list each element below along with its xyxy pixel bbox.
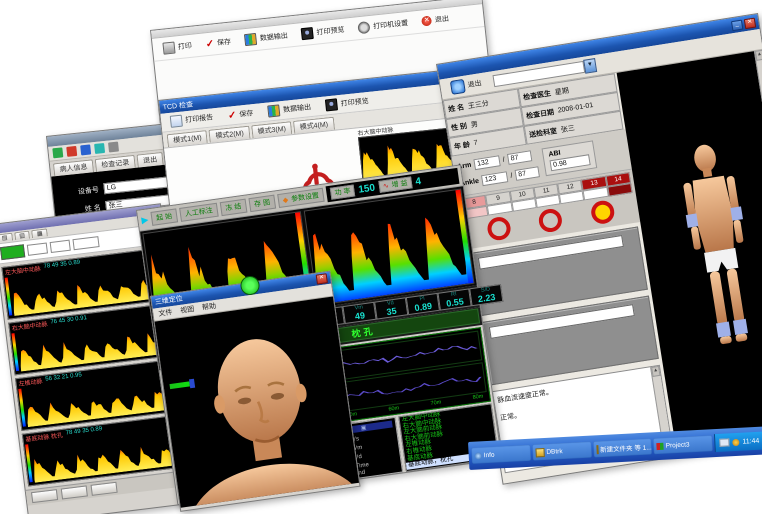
arm-sys-input[interactable]: 132 [473, 155, 500, 170]
doctor-value: 星期 [554, 85, 569, 97]
date-value: 2008-01-01 [557, 102, 593, 115]
system-tray: 11:44 [714, 432, 762, 453]
clock: 11:44 [742, 437, 759, 445]
probe-status-cell [0, 244, 25, 260]
close-button[interactable]: ✕ [316, 273, 328, 284]
power-value: 150 [358, 182, 376, 195]
exit-button[interactable]: ✕退出 [417, 12, 453, 28]
exit-button[interactable]: 退出 [446, 75, 487, 97]
head-model [170, 311, 354, 508]
axis-tick: 70m [430, 399, 441, 406]
save-image-button[interactable]: 存 图 [248, 195, 276, 212]
chart-icon [244, 33, 257, 46]
print-preview-button[interactable]: 打印预览 [321, 94, 373, 113]
save-button[interactable]: ✓保存 [223, 106, 258, 122]
exit-icon: ✕ [421, 16, 432, 27]
camera-icon [301, 27, 314, 40]
printer-icon [162, 42, 175, 55]
settings-button[interactable]: ◆参数设置 [277, 188, 325, 208]
taskbar-button[interactable]: Project3 [653, 435, 713, 454]
bottom-button[interactable] [91, 482, 118, 496]
axis-tick: 60m [388, 405, 399, 412]
power-button[interactable]: 功 率 [330, 184, 355, 199]
abi-input[interactable]: 0.98 [549, 154, 590, 171]
dept-value: 张三 [560, 123, 575, 135]
check-icon: ✓ [227, 109, 236, 121]
cuff-ring-active-icon [590, 199, 616, 225]
thumbs-tab[interactable]: ▤ [0, 233, 13, 243]
abi-label: ABI [548, 150, 561, 159]
taskbar-button[interactable]: 新建文件夹 等 1... [593, 438, 653, 457]
play-icon[interactable]: ▶ [141, 214, 149, 226]
minimize-button[interactable]: _ [731, 19, 743, 31]
cuff-ring-icon [486, 216, 512, 242]
folder-icon [535, 448, 544, 457]
menu-item[interactable]: 文件 [158, 307, 173, 319]
printer-setup-button[interactable]: 打印机设置 [354, 16, 413, 36]
refresh-icon[interactable] [94, 143, 105, 154]
data-export-button[interactable]: 数据输出 [263, 100, 315, 119]
app-icon [475, 452, 482, 459]
taskbar-button[interactable]: Info [471, 445, 531, 464]
control-input[interactable] [27, 242, 48, 255]
tab[interactable]: 退出 [136, 152, 163, 168]
data-export-button[interactable]: 数据输出 [240, 28, 292, 47]
arm-dia-input[interactable]: 87 [507, 150, 532, 165]
thumbs-tab[interactable]: ▥ [14, 230, 31, 240]
menu-item[interactable]: 视图 [180, 304, 195, 316]
head-viewport[interactable] [155, 297, 359, 508]
field-label: 设备号 [67, 184, 100, 197]
gain-button[interactable]: ∿增 益 [378, 176, 412, 192]
value-cell: Vd35 [374, 297, 408, 319]
gear-icon [358, 21, 371, 34]
value-cell: Vm49 [342, 302, 376, 324]
body-model[interactable] [649, 66, 762, 431]
gender-value: 男 [470, 119, 478, 130]
age-value: 7 [473, 139, 478, 147]
tools-icon[interactable] [108, 142, 119, 153]
chevron-down-icon: ▼ [583, 58, 597, 74]
check-icon: ✓ [205, 38, 214, 50]
chart-icon [268, 104, 281, 117]
scroll-up-icon[interactable]: ▲ [651, 366, 660, 377]
open-icon[interactable] [80, 144, 91, 155]
bp-rows: Arm 132/ 87 Ankle 123/ 87 [457, 149, 540, 189]
new-icon[interactable] [52, 147, 63, 158]
bottom-button[interactable] [61, 485, 88, 499]
annotate-button[interactable]: 人工标注 [179, 203, 219, 222]
value-cell: RI0.55 [437, 288, 471, 310]
window-head-model: 三维定位 ✕ 文件视图帮助 [150, 271, 361, 512]
print-button[interactable]: 打印 [158, 38, 196, 56]
gain-value: 4 [415, 176, 422, 188]
save-button[interactable]: ✓保存 [201, 35, 236, 51]
print-report-button[interactable]: 打印报告 [166, 110, 218, 129]
collage-stage: 打印 ✓保存 数据输出 打印预览 打印机设置 ✕退出 _ ✕ 病人信息检查记录退… [0, 0, 762, 514]
control-input[interactable] [50, 240, 71, 253]
value-cell: PI0.89 [406, 293, 440, 315]
abi-box: ABI 0.98 [542, 140, 598, 176]
report-icon [170, 115, 183, 128]
bottom-button[interactable] [31, 489, 58, 503]
ankle-dia-input[interactable]: 87 [515, 166, 540, 181]
thumbs-tab[interactable]: ▦ [31, 228, 48, 238]
ankle-sys-input[interactable]: 123 [481, 171, 508, 186]
camera-icon [325, 98, 338, 111]
start-button[interactable]: 起 始 [150, 208, 178, 225]
menu-item[interactable]: 帮助 [201, 301, 216, 313]
taskbar-button[interactable]: DBtrk [532, 442, 592, 461]
name-value: 王三分 [467, 98, 489, 111]
tray-icon[interactable] [732, 438, 739, 445]
print-preview-button[interactable]: 打印预览 [297, 22, 349, 41]
folder-new-icon [596, 445, 598, 454]
axis-tick: 80m [472, 394, 483, 401]
freeze-button[interactable]: 冻 结 [220, 199, 248, 216]
scroll-up-icon[interactable]: ▲ [755, 50, 762, 61]
project-icon [657, 442, 664, 449]
delete-icon[interactable] [66, 146, 77, 157]
control-input[interactable] [72, 236, 99, 250]
keyboard-tray-icon[interactable] [719, 438, 729, 447]
exit-icon [450, 79, 466, 95]
close-button[interactable]: ✕ [744, 17, 756, 29]
cuff-ring-icon [538, 207, 564, 233]
